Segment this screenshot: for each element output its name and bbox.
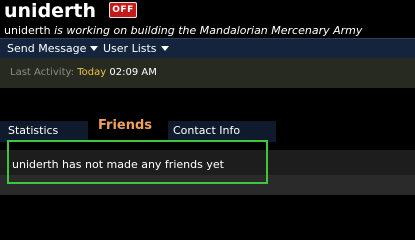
profile-username: uniderth bbox=[4, 0, 97, 22]
chevron-down-icon bbox=[90, 45, 99, 51]
user-lists-menu[interactable]: User Lists bbox=[103, 42, 169, 55]
last-activity-time: 02:09 AM bbox=[109, 67, 157, 78]
status-line: uniderth is working on building the Mand… bbox=[4, 24, 362, 37]
user-lists-label: User Lists bbox=[103, 42, 157, 55]
profile-action-bar: Send Message User Lists bbox=[0, 38, 415, 58]
no-friends-message: uniderth has not made any friends yet bbox=[12, 158, 224, 171]
tab-statistics[interactable]: Statistics bbox=[0, 121, 88, 142]
last-activity-label: Last Activity: bbox=[10, 67, 75, 78]
last-activity-day: Today bbox=[77, 67, 107, 78]
tab-friends[interactable]: Friends bbox=[88, 114, 168, 142]
send-message-label: Send Message bbox=[7, 42, 87, 55]
status-username: uniderth bbox=[4, 24, 51, 37]
chevron-down-icon bbox=[160, 45, 169, 51]
activity-panel: Last Activity: Today 02:09 AM bbox=[0, 58, 415, 88]
tab-contact-info[interactable]: Contact Info bbox=[168, 121, 276, 142]
offline-status-badge: OFF bbox=[109, 2, 137, 18]
last-activity: Last Activity: Today 02:09 AM bbox=[10, 67, 157, 78]
status-mood: is working on building the Mandalorian M… bbox=[54, 24, 363, 37]
send-message-menu[interactable]: Send Message bbox=[7, 42, 99, 55]
